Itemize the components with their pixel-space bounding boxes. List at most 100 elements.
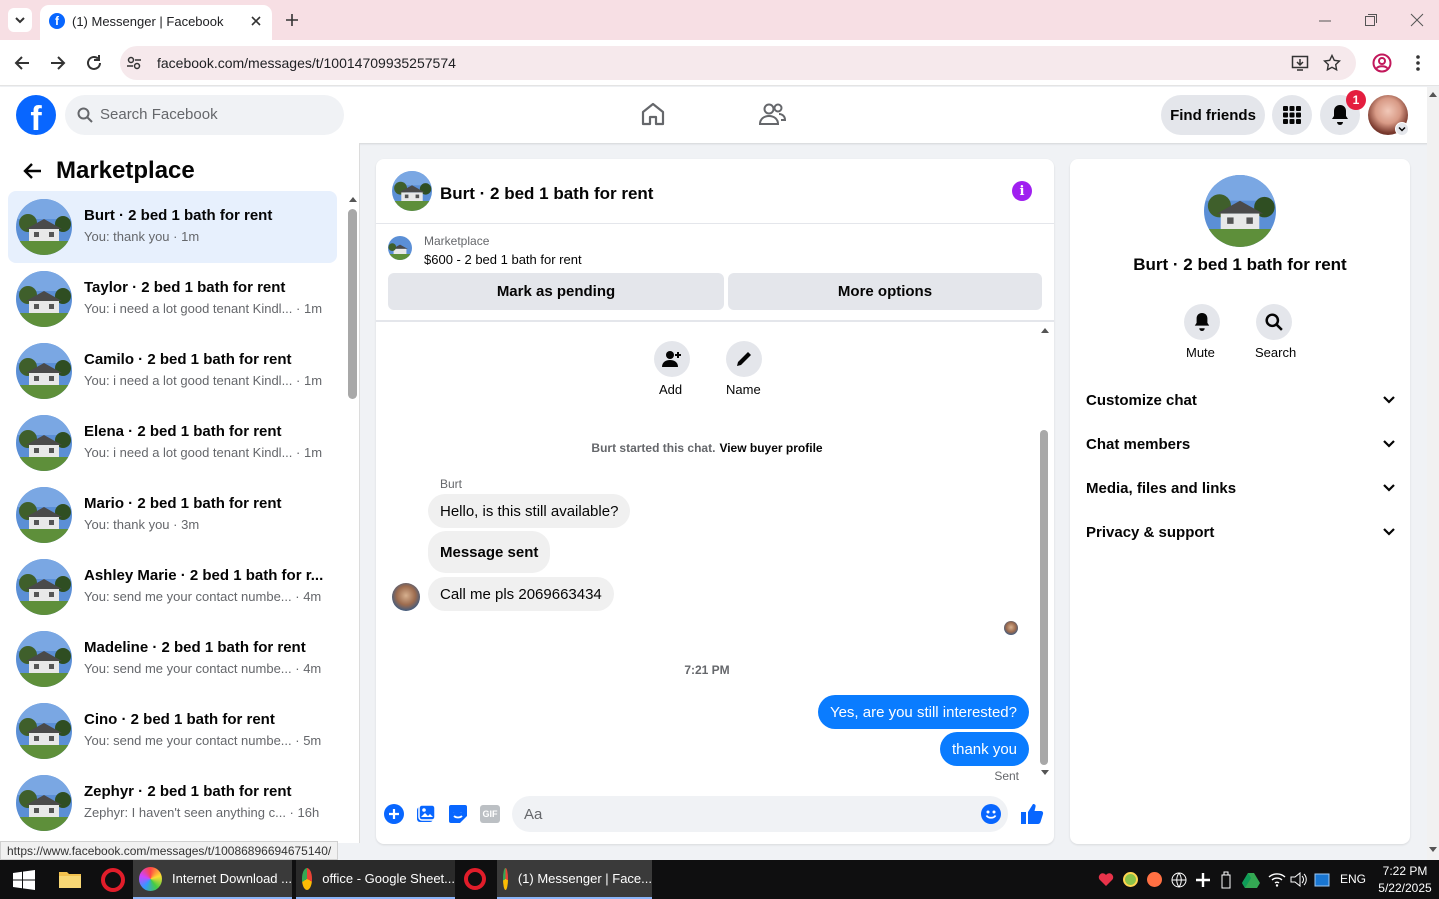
scroll-down-icon[interactable] <box>1428 846 1438 854</box>
scroll-up-icon[interactable] <box>1040 326 1050 334</box>
bookmark-star-icon[interactable] <box>1323 54 1341 72</box>
incoming-message[interactable]: Hello, is this still available? <box>428 494 631 528</box>
account-menu-chevron[interactable] <box>1395 122 1409 136</box>
heart-tray-icon[interactable] <box>1098 872 1114 887</box>
tab-search-button[interactable] <box>8 8 32 32</box>
privacy-support-section[interactable]: Privacy & support <box>1086 510 1396 554</box>
thumbs-up-icon[interactable] <box>1020 802 1044 826</box>
back-arrow-icon[interactable] <box>22 162 42 180</box>
tray-app-icon[interactable] <box>1123 872 1138 887</box>
windows-start-icon[interactable] <box>13 870 35 890</box>
conversation-item[interactable]: Madeline · 2 bed 1 bath for rent You: sen… <box>8 623 337 695</box>
conversation-item[interactable]: Camilo · 2 bed 1 bath for rent You: i nee… <box>8 335 337 407</box>
chevron-down-icon <box>1383 396 1395 404</box>
conversation-item[interactable]: Elena · 2 bed 1 bath for rent You: i need… <box>8 407 337 479</box>
chat-scrollbar[interactable] <box>1038 322 1052 782</box>
details-avatar[interactable] <box>1204 175 1276 247</box>
mute-button[interactable] <box>1184 304 1220 340</box>
plus-tray-icon[interactable] <box>1195 872 1211 888</box>
message-input[interactable]: Aa <box>512 796 1008 832</box>
forward-arrow-icon[interactable] <box>49 54 67 72</box>
listing-thumbnail[interactable] <box>388 236 412 260</box>
usb-drive-icon[interactable] <box>1220 871 1232 889</box>
drive-tray-icon[interactable] <box>1242 872 1260 888</box>
new-tab-icon[interactable] <box>285 13 299 27</box>
clock-time[interactable]: 7:22 PM <box>1381 864 1429 878</box>
restore-icon[interactable] <box>1364 13 1378 27</box>
photo-icon[interactable] <box>416 804 436 824</box>
language-indicator[interactable]: ENG <box>1340 872 1366 886</box>
globe-icon[interactable] <box>1171 872 1187 888</box>
incoming-message[interactable]: Message sent <box>428 531 551 573</box>
upload-tray-icon[interactable] <box>1147 872 1162 887</box>
mark-as-pending-button[interactable]: Mark as pending <box>388 273 724 310</box>
minimize-icon[interactable] <box>1318 14 1332 28</box>
info-icon[interactable]: i <box>1012 181 1032 201</box>
opera-icon[interactable] <box>101 868 125 892</box>
facebook-logo-icon[interactable]: f <box>16 95 56 138</box>
search-field[interactable]: Search Facebook <box>65 95 344 135</box>
edit-name-button[interactable] <box>726 341 762 377</box>
search-in-chat-button[interactable] <box>1256 304 1292 340</box>
close-window-icon[interactable] <box>1410 13 1424 27</box>
taskbar-app[interactable]: Internet Download ... <box>133 860 292 899</box>
scroll-thumb[interactable] <box>1040 430 1048 765</box>
listing-title[interactable]: $600 - 2 bed 1 bath for rent <box>424 252 582 267</box>
scroll-up-icon[interactable] <box>1428 90 1438 98</box>
chevron-down-icon <box>15 17 25 24</box>
conversation-item[interactable]: Zephyr · 2 bed 1 bath for rent Zephyr: I … <box>8 767 337 839</box>
sticker-icon[interactable] <box>448 804 468 824</box>
conversation-item[interactable]: Burt · 2 bed 1 bath for rent You: thank y… <box>8 191 337 263</box>
add-person-icon <box>662 351 681 367</box>
taskbar-app[interactable]: office - Google Sheet... <box>296 860 455 899</box>
file-explorer-icon[interactable] <box>59 869 81 889</box>
message-timestamp: 7:21 PM <box>684 663 730 677</box>
chat-title[interactable]: Burt · 2 bed 1 bath for rent <box>440 184 653 204</box>
emoji-icon[interactable] <box>981 804 1001 824</box>
opera-icon[interactable] <box>464 868 486 890</box>
media-files-links-section[interactable]: Media, files and links <box>1086 466 1396 510</box>
browser-tab[interactable]: f (1) Messenger | Facebook <box>40 5 272 40</box>
friends-icon[interactable] <box>758 101 786 127</box>
gif-icon[interactable]: GIF <box>480 805 500 823</box>
clock-date[interactable]: 5/22/2025 <box>1376 881 1434 895</box>
view-buyer-profile-link[interactable]: View buyer profile <box>719 441 822 455</box>
conversation-item[interactable]: Ashley Marie · 2 bed 1 bath for r... You:… <box>8 551 337 623</box>
tab-title: (1) Messenger | Facebook <box>72 14 224 29</box>
profile-icon[interactable] <box>1372 53 1392 73</box>
scroll-thumb[interactable] <box>348 209 357 399</box>
more-options-button[interactable]: More options <box>728 273 1042 310</box>
incoming-message[interactable]: Call me pls 2069663434 <box>428 577 614 611</box>
customize-chat-section[interactable]: Customize chat <box>1086 378 1396 422</box>
scroll-down-icon[interactable] <box>1040 769 1050 777</box>
conversation-title: Madeline · 2 bed 1 bath for rent <box>84 639 306 656</box>
install-app-icon[interactable] <box>1291 54 1309 72</box>
add-people-button[interactable] <box>654 341 690 377</box>
back-arrow-icon[interactable] <box>13 54 31 72</box>
page-scrollbar[interactable] <box>1427 87 1439 860</box>
find-friends-button[interactable]: Find friends <box>1161 95 1265 135</box>
conversation-item[interactable]: Mario · 2 bed 1 bath for rent You: thank … <box>8 479 337 551</box>
conversation-item[interactable]: Taylor · 2 bed 1 bath for rent You: i nee… <box>8 263 337 335</box>
plus-circle-icon[interactable] <box>384 804 404 824</box>
scroll-up-icon[interactable] <box>348 195 358 203</box>
chat-avatar[interactable] <box>392 171 432 211</box>
sidebar-scrollbar[interactable] <box>346 193 359 843</box>
sent-status: Sent <box>994 769 1019 783</box>
volume-icon[interactable] <box>1290 872 1308 887</box>
outgoing-message[interactable]: thank you <box>939 732 1029 766</box>
reload-icon[interactable] <box>85 54 103 72</box>
close-tab-icon[interactable] <box>250 15 262 27</box>
site-info-icon[interactable] <box>126 55 142 71</box>
wifi-icon[interactable] <box>1268 872 1286 887</box>
taskbar-app[interactable]: (1) Messenger | Face... <box>497 860 652 899</box>
address-bar[interactable]: facebook.com/messages/t/1001470993525757… <box>120 46 1356 80</box>
conversation-item[interactable]: Cino · 2 bed 1 bath for rent You: send me… <box>8 695 337 767</box>
browser-menu-icon[interactable] <box>1414 54 1422 72</box>
keyboard-tray-icon[interactable] <box>1314 872 1330 888</box>
outgoing-message[interactable]: Yes, are you still interested? <box>817 695 1029 729</box>
menu-button[interactable] <box>1272 95 1312 135</box>
home-icon[interactable] <box>640 101 666 127</box>
chat-members-section[interactable]: Chat members <box>1086 422 1396 466</box>
sender-avatar[interactable] <box>392 583 420 611</box>
